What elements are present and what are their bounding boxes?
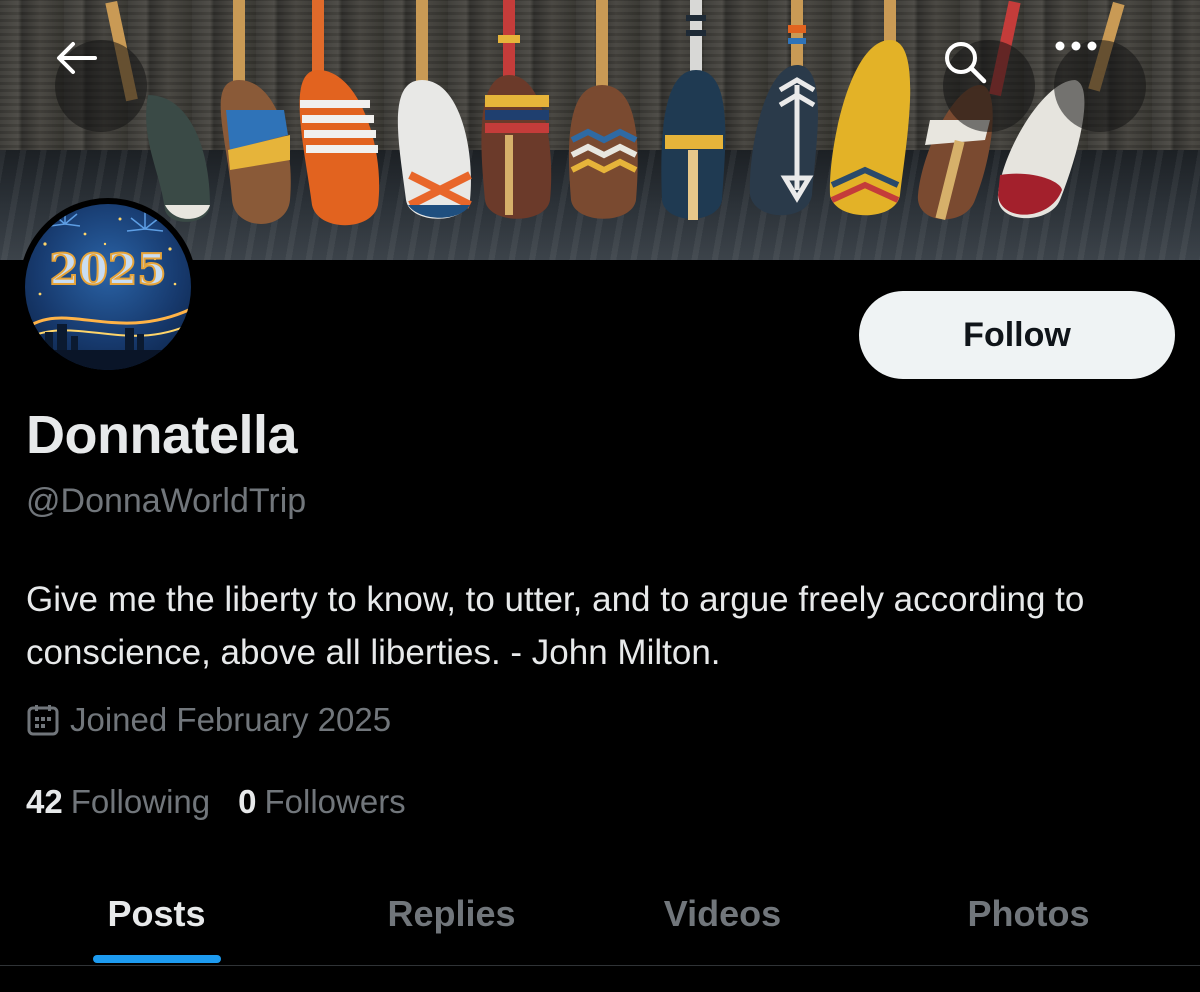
joined-text: Joined February 2025 [70,701,392,738]
followers-count: 0 [238,783,257,820]
arrow-left-icon [57,42,97,74]
paddle [481,0,552,219]
tab-photos[interactable]: Photos [932,862,1125,966]
avatar-year-text: 2025 [50,245,167,294]
following-label: Following [70,783,211,820]
paddle [220,0,291,224]
paddle [568,0,638,219]
paddle [829,0,911,216]
profile-bio: Give me the liberty to know, to utter, a… [26,580,1085,672]
active-tab-indicator [93,955,221,963]
joined-date: Joined February 2025 [26,700,391,740]
more-horizontal-icon [1055,41,1097,51]
more-options-button[interactable] [1054,40,1146,132]
search-icon [945,42,987,84]
profile-stats: 42 Following 0 Followers [26,780,434,824]
followers-label: Followers [264,783,406,820]
avatar-fireworks-image: 2025 [25,209,191,370]
avatar-image: 2025 [25,204,191,370]
tab-posts[interactable]: Posts [60,862,253,966]
banner-paddles-image [105,0,1125,226]
paddle [661,0,726,220]
back-button[interactable] [55,40,147,132]
profile-page: 2025 Follow Donnatella @DonnaWorldTrip G… [0,0,1200,992]
paddle [299,0,380,226]
follow-button[interactable]: Follow [859,291,1175,379]
tab-replies[interactable]: Replies [355,862,548,966]
profile-tabs: Posts Replies Videos Photos [0,862,1200,966]
paddle [749,0,818,216]
following-stat[interactable]: 42 Following [26,783,210,821]
display-name: Donnatella [26,405,298,465]
tab-videos[interactable]: Videos [626,862,819,966]
paddle [397,0,472,219]
profile-banner[interactable] [0,0,1200,260]
avatar[interactable]: 2025 [19,198,197,376]
followers-stat[interactable]: 0 Followers [238,783,406,821]
calendar-icon [27,705,59,736]
user-handle: @DonnaWorldTrip [26,482,307,520]
search-button[interactable] [943,40,1035,132]
following-count: 42 [26,783,63,820]
